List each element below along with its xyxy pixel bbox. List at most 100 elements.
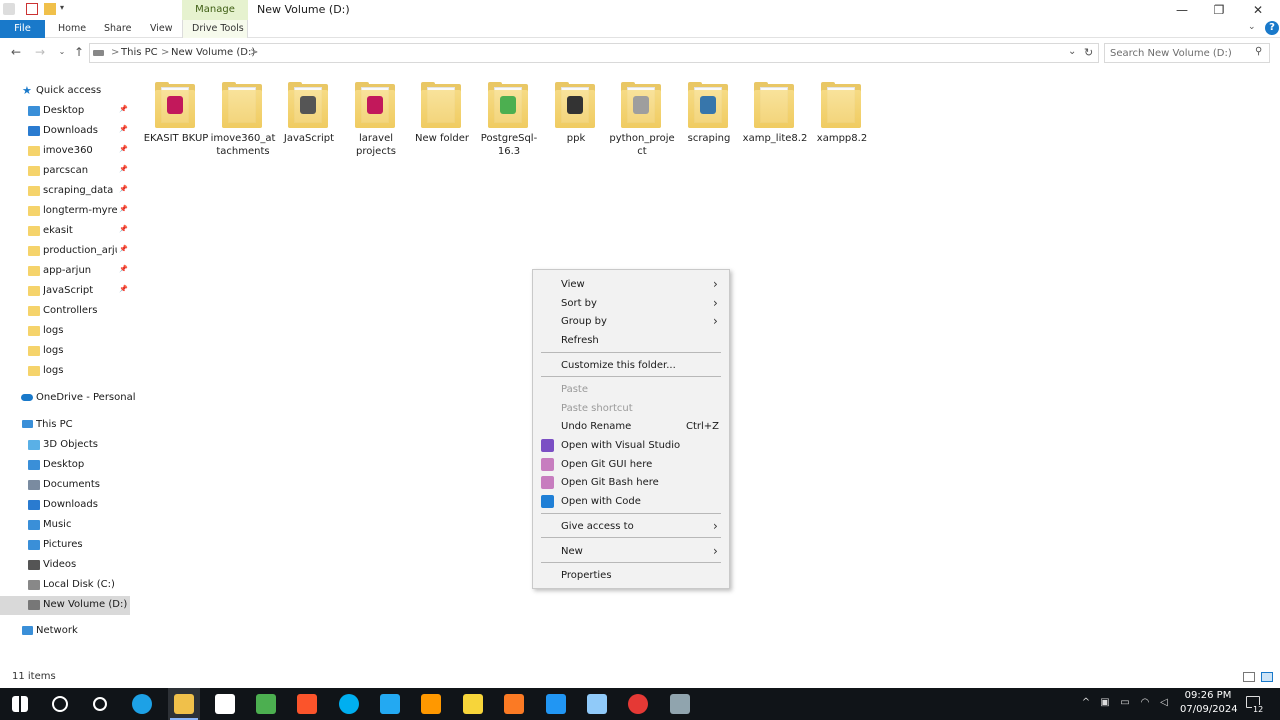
refresh-icon[interactable]: ↻ (1084, 46, 1093, 59)
sidebar-item-desktop[interactable]: Desktop 📌 (0, 102, 130, 121)
edge-icon[interactable] (132, 694, 152, 714)
network[interactable]: Network (0, 622, 130, 641)
tab-view[interactable]: View (150, 20, 173, 38)
sidebar-item-parcscan[interactable]: parcscan 📌 (0, 162, 130, 181)
clock-date[interactable]: 07/09/2024 (1180, 704, 1238, 715)
expand-ribbon-icon[interactable]: ⌄ (1248, 22, 1256, 32)
sidebar-item-pictures[interactable]: Pictures (0, 536, 130, 555)
new-folder-quick-icon[interactable] (44, 3, 56, 15)
address-bar[interactable]: > This PC > New Volume (D:) > ⌄ ↻ (89, 43, 1099, 63)
minimize-button[interactable]: — (1172, 2, 1192, 18)
sidebar-item-downloads[interactable]: Downloads 📌 (0, 122, 130, 141)
address-dropdown-icon[interactable]: ⌄ (1068, 46, 1076, 57)
forward-button[interactable]: → (32, 44, 48, 60)
details-view-icon[interactable] (1243, 672, 1255, 682)
breadcrumb-this-pc[interactable]: This PC (121, 47, 158, 58)
manage-tab[interactable]: Manage (182, 0, 248, 20)
menu-item-open-with-code[interactable]: Open with Code (533, 492, 729, 511)
properties-quick-icon[interactable] (26, 3, 38, 15)
folder-item[interactable]: JavaScript (276, 78, 342, 168)
store-icon[interactable] (215, 694, 235, 714)
close-button[interactable]: ✕ (1248, 2, 1268, 18)
menu-item-give-access-to[interactable]: Give access to › (533, 517, 729, 536)
folder-item[interactable]: laravel projects (343, 78, 409, 168)
folder-item[interactable]: python_project (609, 78, 675, 168)
wifi-icon[interactable]: ◠ (1139, 697, 1151, 709)
onedrive[interactable]: OneDrive - Personal (0, 389, 136, 408)
xampp-icon[interactable] (504, 694, 524, 714)
network-app-icon[interactable] (256, 694, 276, 714)
pin-icon[interactable]: 📌 (119, 205, 128, 213)
vscode-icon[interactable] (380, 694, 400, 714)
pin-icon[interactable]: 📌 (119, 105, 128, 113)
sidebar-item-javascript[interactable]: JavaScript 📌 (0, 282, 130, 301)
sidebar-item-3d-objects[interactable]: 3D Objects (0, 436, 130, 455)
sidebar-item-local-disk-c[interactable]: Local Disk (C:) (0, 576, 130, 595)
search-icon[interactable]: ⚲ (1255, 46, 1262, 57)
tab-share[interactable]: Share (104, 20, 131, 38)
start-icon[interactable] (12, 696, 28, 712)
folder-item[interactable]: PostgreSql-16.3 (476, 78, 542, 168)
pin-icon[interactable]: 📌 (119, 225, 128, 233)
brave-icon[interactable] (297, 694, 317, 714)
menu-item-sort-by[interactable]: Sort by › (533, 294, 729, 313)
sidebar-item-logs[interactable]: logs (0, 362, 130, 381)
folder-item[interactable]: imove360_attachments (210, 78, 276, 168)
volume-icon[interactable]: ◁ (1158, 697, 1170, 709)
folder-item[interactable]: ppk (543, 78, 609, 168)
large-icons-view-icon[interactable] (1261, 672, 1273, 682)
up-button[interactable]: ↑ (71, 44, 87, 60)
menu-item-paste-shortcut[interactable]: Paste shortcut (533, 399, 729, 418)
folder-item[interactable]: xampp8.2 (809, 78, 875, 168)
pin-icon[interactable]: 📌 (119, 165, 128, 173)
menu-item-customize-this-folder[interactable]: Customize this folder... (533, 356, 729, 375)
calculator-icon[interactable] (670, 694, 690, 714)
skype-icon[interactable] (339, 694, 359, 714)
notepad-icon[interactable] (587, 694, 607, 714)
menu-item-open-git-gui-here[interactable]: Open Git GUI here (533, 455, 729, 474)
sticky-notes-icon[interactable] (463, 694, 483, 714)
app-icon[interactable] (546, 694, 566, 714)
pin-icon[interactable]: 📌 (119, 125, 128, 133)
battery-icon[interactable]: ▭ (1119, 697, 1131, 709)
pin-icon[interactable]: 📌 (119, 185, 128, 193)
menu-item-properties[interactable]: Properties (533, 566, 729, 585)
search-box[interactable]: ⚲ (1104, 43, 1270, 63)
sidebar-item-scraping-data[interactable]: scraping_data 📌 (0, 182, 130, 201)
menu-item-undo-rename[interactable]: Undo Rename Ctrl+Z (533, 417, 729, 436)
folder-item[interactable]: EKASIT BKUP (143, 78, 209, 168)
tab-drive-tools[interactable]: Drive Tools (192, 20, 244, 38)
tab-home[interactable]: Home (58, 20, 86, 38)
pin-icon[interactable]: 📌 (119, 245, 128, 253)
recent-locations-button[interactable]: ⌄ (54, 44, 70, 60)
quick-access-dropdown-icon[interactable]: ▾ (60, 3, 64, 12)
sidebar-item-longterm-myrent[interactable]: longterm-myrent📌 (0, 202, 130, 221)
sidebar-item-downloads[interactable]: Downloads (0, 496, 130, 515)
folder-item[interactable]: New folder (409, 78, 475, 168)
sidebar-item-videos[interactable]: Videos (0, 556, 130, 575)
menu-item-refresh[interactable]: Refresh (533, 331, 729, 350)
pin-icon[interactable]: 📌 (119, 265, 128, 273)
sidebar-item-documents[interactable]: Documents (0, 476, 130, 495)
search-input[interactable] (1105, 44, 1251, 62)
usb-icon[interactable]: ▣ (1099, 697, 1111, 709)
sidebar-item-new-volume-d[interactable]: New Volume (D:) (0, 596, 130, 615)
folder-item[interactable]: xamp_lite8.2 (742, 78, 808, 168)
folder-item[interactable]: scraping (676, 78, 742, 168)
sidebar-item-controllers[interactable]: Controllers (0, 302, 130, 321)
menu-item-view[interactable]: View › (533, 275, 729, 294)
sidebar-item-desktop[interactable]: Desktop (0, 456, 130, 475)
chrome-icon[interactable] (628, 694, 648, 714)
sidebar-item-app-arjun[interactable]: app-arjun 📌 (0, 262, 130, 281)
maximize-button[interactable]: ❐ (1209, 2, 1229, 18)
show-hidden-icons[interactable]: ^ (1080, 697, 1092, 709)
menu-item-open-with-visual-studio[interactable]: Open with Visual Studio (533, 436, 729, 455)
menu-item-paste[interactable]: Paste (533, 380, 729, 399)
menu-item-group-by[interactable]: Group by › (533, 312, 729, 331)
sidebar-item-logs[interactable]: logs (0, 322, 130, 341)
back-button[interactable]: ← (8, 44, 24, 60)
clock-time[interactable]: 09:26 PM (1180, 690, 1236, 701)
menu-item-new[interactable]: New › (533, 542, 729, 561)
sidebar-item-imove360[interactable]: imove360 📌 (0, 142, 130, 161)
help-icon[interactable]: ? (1265, 21, 1279, 35)
